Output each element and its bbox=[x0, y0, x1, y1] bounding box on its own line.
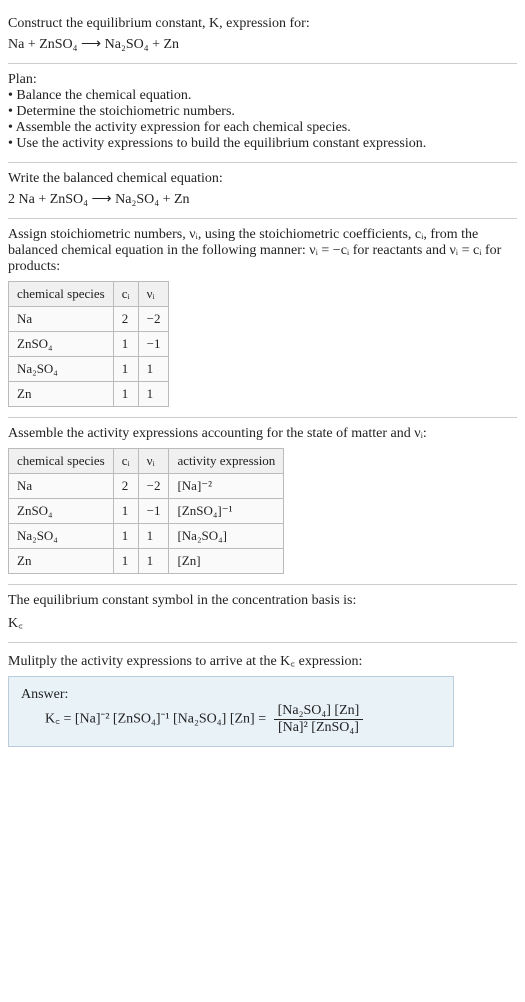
symbol-section: The equilibrium constant symbol in the c… bbox=[8, 585, 517, 643]
plan-bullet-3: • Assemble the activity expression for e… bbox=[8, 120, 517, 136]
stoichiometry-text: Assign stoichiometric numbers, νᵢ, using… bbox=[8, 227, 517, 275]
col-ci: cᵢ bbox=[113, 449, 138, 474]
activity-table: chemical species cᵢ νᵢ activity expressi… bbox=[8, 448, 284, 574]
cell-activity: [ZnSO₄]⁻¹ bbox=[169, 499, 284, 524]
col-activity: activity expression bbox=[169, 449, 284, 474]
col-vi: νᵢ bbox=[138, 449, 169, 474]
plan-bullet-4: • Use the activity expressions to build … bbox=[8, 136, 517, 152]
plan-bullet-1: • Balance the chemical equation. bbox=[8, 88, 517, 104]
table-header-row: chemical species cᵢ νᵢ bbox=[9, 282, 169, 307]
cell-species: Zn bbox=[9, 549, 114, 574]
cell-vi: −2 bbox=[138, 474, 169, 499]
cell-vi: −1 bbox=[138, 332, 169, 357]
plan-bullet-2: • Determine the stoichiometric numbers. bbox=[8, 104, 517, 120]
cell-vi: 1 bbox=[138, 382, 169, 407]
stoichiometry-section: Assign stoichiometric numbers, νᵢ, using… bbox=[8, 219, 517, 418]
stoichiometry-table: chemical species cᵢ νᵢ Na 2 −2 ZnSO₄ 1 −… bbox=[8, 281, 169, 407]
kc-symbol: K꜀ bbox=[8, 613, 517, 632]
table-row: ZnSO₄ 1 −1 [ZnSO₄]⁻¹ bbox=[9, 499, 284, 524]
col-ci: cᵢ bbox=[113, 282, 138, 307]
kc-denominator: [Na]² [ZnSO₄] bbox=[274, 720, 364, 736]
table-row: Na 2 −2 bbox=[9, 307, 169, 332]
table-header-row: chemical species cᵢ νᵢ activity expressi… bbox=[9, 449, 284, 474]
cell-species: Na₂SO₄ bbox=[9, 357, 114, 382]
table-row: ZnSO₄ 1 −1 bbox=[9, 332, 169, 357]
plan-section: Plan: • Balance the chemical equation. •… bbox=[8, 64, 517, 163]
cell-species: ZnSO₄ bbox=[9, 499, 114, 524]
balanced-equation-section: Write the balanced chemical equation: 2 … bbox=[8, 163, 517, 219]
problem-title: Construct the equilibrium constant, K, e… bbox=[8, 16, 517, 32]
kc-expression: K꜀ = [Na]⁻² [ZnSO₄]⁻¹ [Na₂SO₄] [Zn] = [N… bbox=[45, 703, 441, 736]
cell-ci: 1 bbox=[113, 499, 138, 524]
cell-activity: [Na₂SO₄] bbox=[169, 524, 284, 549]
cell-ci: 1 bbox=[113, 382, 138, 407]
cell-vi: 1 bbox=[138, 357, 169, 382]
activity-title: Assemble the activity expressions accoun… bbox=[8, 426, 517, 442]
symbol-title: The equilibrium constant symbol in the c… bbox=[8, 593, 517, 609]
kc-lhs: K꜀ = [Na]⁻² [ZnSO₄]⁻¹ [Na₂SO₄] [Zn] = bbox=[45, 712, 270, 727]
final-expression-section: Mulitply the activity expressions to arr… bbox=[8, 643, 517, 757]
balanced-title: Write the balanced chemical equation: bbox=[8, 171, 517, 187]
col-species: chemical species bbox=[9, 282, 114, 307]
col-species: chemical species bbox=[9, 449, 114, 474]
cell-vi: −1 bbox=[138, 499, 169, 524]
cell-ci: 1 bbox=[113, 524, 138, 549]
table-row: Na 2 −2 [Na]⁻² bbox=[9, 474, 284, 499]
kc-fraction: [Na₂SO₄] [Zn] [Na]² [ZnSO₄] bbox=[274, 703, 364, 736]
cell-ci: 1 bbox=[113, 549, 138, 574]
unbalanced-equation: Na + ZnSO₄ ⟶ Na₂SO₄ + Zn bbox=[8, 36, 517, 53]
answer-label: Answer: bbox=[21, 687, 441, 703]
problem-title-text: Construct the equilibrium constant, K, e… bbox=[8, 16, 310, 31]
cell-ci: 1 bbox=[113, 357, 138, 382]
table-row: Zn 1 1 bbox=[9, 382, 169, 407]
cell-activity: [Zn] bbox=[169, 549, 284, 574]
plan-title: Plan: bbox=[8, 72, 517, 88]
col-vi: νᵢ bbox=[138, 282, 169, 307]
cell-activity: [Na]⁻² bbox=[169, 474, 284, 499]
cell-vi: −2 bbox=[138, 307, 169, 332]
cell-vi: 1 bbox=[138, 549, 169, 574]
cell-species: Zn bbox=[9, 382, 114, 407]
cell-vi: 1 bbox=[138, 524, 169, 549]
activity-section: Assemble the activity expressions accoun… bbox=[8, 418, 517, 585]
cell-ci: 2 bbox=[113, 307, 138, 332]
table-row: Na₂SO₄ 1 1 bbox=[9, 357, 169, 382]
problem-statement: Construct the equilibrium constant, K, e… bbox=[8, 8, 517, 64]
cell-ci: 2 bbox=[113, 474, 138, 499]
answer-box: Answer: K꜀ = [Na]⁻² [ZnSO₄]⁻¹ [Na₂SO₄] [… bbox=[8, 676, 454, 747]
cell-species: Na bbox=[9, 307, 114, 332]
table-row: Na₂SO₄ 1 1 [Na₂SO₄] bbox=[9, 524, 284, 549]
cell-species: Na₂SO₄ bbox=[9, 524, 114, 549]
final-title: Mulitply the activity expressions to arr… bbox=[8, 651, 517, 670]
kc-numerator: [Na₂SO₄] [Zn] bbox=[274, 703, 364, 720]
cell-species: ZnSO₄ bbox=[9, 332, 114, 357]
cell-species: Na bbox=[9, 474, 114, 499]
cell-ci: 1 bbox=[113, 332, 138, 357]
balanced-equation: 2 Na + ZnSO₄ ⟶ Na₂SO₄ + Zn bbox=[8, 191, 517, 208]
table-row: Zn 1 1 [Zn] bbox=[9, 549, 284, 574]
